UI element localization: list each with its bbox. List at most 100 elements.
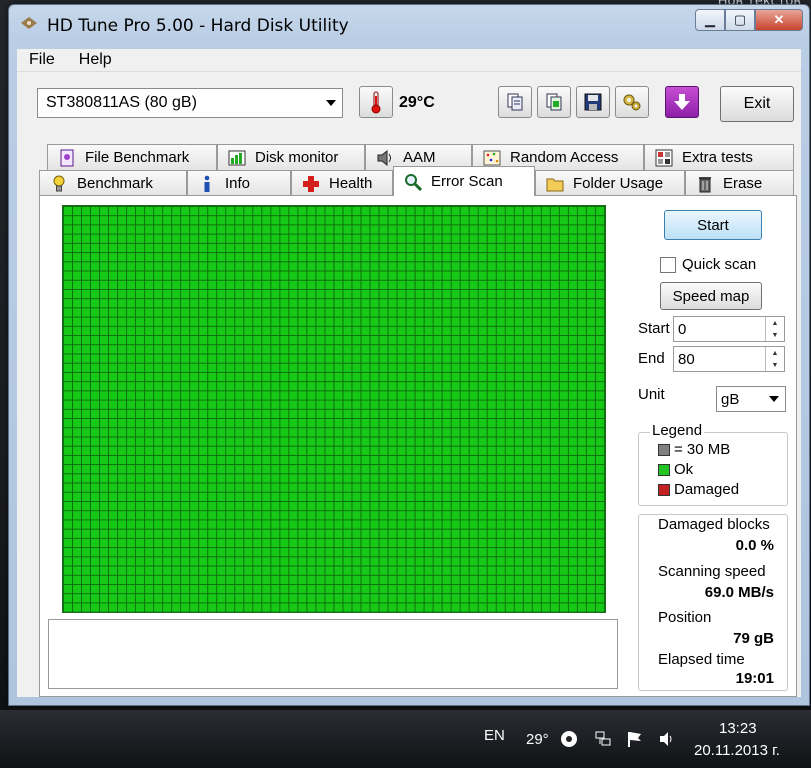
tab-disk-monitor[interactable]: Disk monitor [217, 144, 365, 170]
tab-label: Benchmark [77, 175, 153, 192]
quick-scan-checkbox[interactable]: Quick scan [660, 256, 756, 273]
file-benchmark-icon [58, 149, 76, 167]
menu-file[interactable]: File [17, 51, 67, 69]
info-icon [198, 175, 216, 193]
chevron-down-icon [769, 396, 779, 402]
tab-label: Health [329, 175, 373, 192]
legend-item: Ok [658, 461, 693, 478]
position-value: 79 gB [733, 630, 774, 647]
damaged-blocks-label: Damaged blocks [658, 516, 770, 533]
lightbulb-icon [50, 175, 68, 193]
download-button[interactable] [665, 86, 699, 118]
tab-label: Folder Usage [573, 175, 664, 192]
save-button[interactable] [576, 86, 610, 118]
legend-label: Ok [674, 461, 694, 478]
spinner-arrows[interactable]: ▲ ▼ [765, 347, 784, 371]
weather-gadget-icon[interactable] [560, 730, 578, 748]
quick-scan-label: Quick scan [682, 256, 757, 273]
title-bar[interactable]: HD Tune Pro 5.00 - Hard Disk Utility ▁ ▢… [9, 5, 809, 43]
drive-select[interactable]: ST380811AS (80 gB) [37, 88, 343, 118]
unit-label: Unit [638, 386, 665, 403]
tab-extra-tests[interactable]: Extra tests [644, 144, 794, 170]
random-access-icon [483, 149, 501, 167]
network-icon[interactable] [594, 730, 612, 748]
tab-error-scan[interactable]: Error Scan [393, 166, 535, 196]
tab-label: Info [225, 175, 251, 192]
unit-select[interactable]: gB [716, 386, 786, 412]
start-field-value: 0 [678, 320, 687, 338]
speaker-icon [376, 149, 394, 167]
start-field[interactable]: 0 ▲ ▼ [673, 316, 785, 342]
action-center-flag-icon[interactable] [626, 730, 644, 748]
arrow-down-icon [674, 94, 690, 110]
tab-label: AAM [403, 149, 436, 166]
tab-file-benchmark[interactable]: File Benchmark [47, 144, 217, 170]
menu-bar: File Help [17, 49, 801, 71]
options-button[interactable] [615, 86, 649, 118]
spinner-arrows[interactable]: ▲ ▼ [765, 317, 784, 341]
minimize-button[interactable]: ▁ [695, 9, 725, 31]
menu-help[interactable]: Help [67, 51, 124, 69]
speed-map-button[interactable]: Speed map [660, 282, 762, 310]
chart-icon [228, 149, 246, 167]
legend-label: = 30 MB [674, 441, 731, 458]
weather-readout[interactable]: 29° [526, 731, 549, 748]
start-scan-button[interactable]: Start [664, 210, 762, 240]
client-area: ST380811AS (80 gB) 29°C Exit File Benchm… [17, 71, 801, 697]
thermometer-icon [359, 86, 393, 118]
tab-label: Extra tests [682, 149, 753, 166]
legend-swatch [658, 483, 670, 496]
legend-swatch [658, 463, 670, 476]
tab-label: Random Access [510, 149, 619, 166]
app-icon [21, 17, 37, 29]
tab-info[interactable]: Info [187, 170, 291, 196]
checkbox-box[interactable] [660, 256, 676, 273]
position-label: Position [658, 609, 712, 626]
tab-label: Error Scan [431, 173, 503, 190]
error-scan-panel: Start Quick scan Speed map Start 0 ▲ ▼ En… [39, 195, 797, 697]
block-map [62, 205, 606, 613]
clock-time[interactable]: 13:23 [719, 720, 757, 737]
copy-screenshot-button[interactable] [537, 86, 571, 118]
end-field[interactable]: 80 ▲ ▼ [673, 346, 785, 372]
folder-icon [546, 175, 564, 193]
scan-log[interactable] [48, 619, 618, 689]
close-button[interactable]: ✕ [755, 9, 803, 31]
end-field-label: End [638, 350, 665, 367]
chevron-down-icon [326, 100, 336, 106]
volume-icon[interactable] [658, 730, 676, 748]
tab-label: File Benchmark [85, 149, 190, 166]
floppy-icon [584, 93, 602, 111]
app-window: HD Tune Pro 5.00 - Hard Disk Utility ▁ ▢… [8, 4, 810, 706]
copy-info-button[interactable] [498, 86, 532, 118]
maximize-button[interactable]: ▢ [725, 9, 755, 31]
end-field-value: 80 [678, 350, 695, 368]
tab-erase[interactable]: Erase [685, 170, 794, 196]
trash-icon [696, 175, 714, 193]
drive-select-value: ST380811AS (80 gB) [46, 94, 197, 111]
damaged-blocks-value: 0.0 % [735, 537, 774, 554]
legend-label: Damaged [674, 481, 740, 498]
tab-label: Erase [723, 175, 763, 192]
scanning-speed-label: Scanning speed [658, 563, 766, 580]
extra-tests-icon [655, 149, 673, 167]
taskbar: EN 29° 13:23 20.11.2013 г. [0, 710, 811, 768]
language-indicator[interactable]: EN [484, 727, 505, 744]
copy-image-icon [546, 93, 562, 111]
tab-health[interactable]: Health [291, 170, 393, 196]
elapsed-time-label: Elapsed time [658, 651, 745, 668]
red-cross-icon [302, 175, 320, 193]
exit-button[interactable]: Exit [720, 86, 794, 122]
tab-benchmark[interactable]: Benchmark [39, 170, 187, 196]
tab-folder-usage[interactable]: Folder Usage [535, 170, 685, 196]
unit-select-value: gB [721, 390, 740, 408]
magnifier-icon [404, 173, 422, 191]
elapsed-time-value: 19:01 [735, 670, 774, 687]
tab-label: Disk monitor [255, 149, 339, 166]
legend-title: Legend [650, 422, 705, 439]
copy-icon [507, 93, 523, 111]
window-controls: ▁ ▢ ✕ [695, 9, 803, 31]
clock-date[interactable]: 20.11.2013 г. [694, 742, 780, 759]
temperature-readout: 29°C [399, 94, 435, 111]
scanning-speed-value: 69.0 MB/s [704, 584, 774, 601]
